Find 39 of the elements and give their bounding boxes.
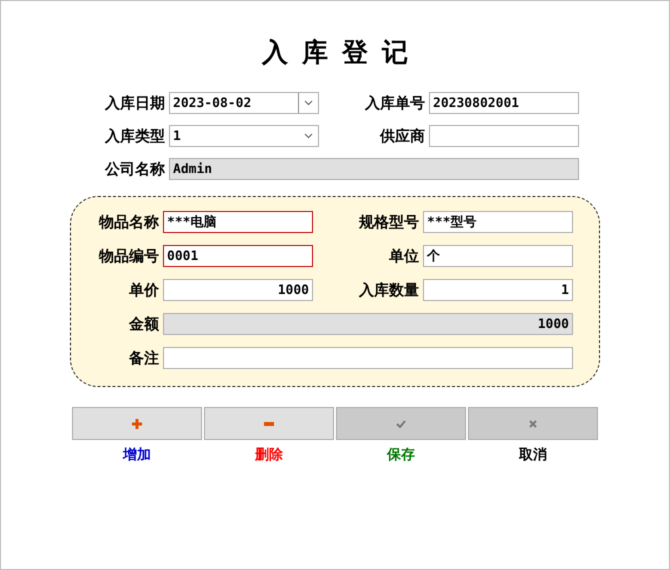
input-field[interactable] (429, 125, 579, 147)
input-field[interactable]: Admin (169, 158, 579, 180)
add-button[interactable] (72, 407, 202, 440)
button-label: 删除 (255, 446, 283, 464)
field-label: 单位 (388, 246, 419, 266)
field-label: 入库类型 (104, 126, 165, 146)
field-label: 备注 (128, 348, 159, 368)
check-icon (396, 420, 406, 428)
field-label: 入库单号 (364, 94, 425, 112)
button-label: 增加 (123, 446, 151, 464)
field-label: 单价 (128, 280, 159, 300)
input-field[interactable]: 20230802001 (429, 92, 579, 114)
field-label: 入库日期 (104, 94, 165, 112)
plus-icon (132, 418, 142, 428)
button-label: 取消 (519, 446, 547, 464)
date-picker[interactable]: 2023-08-02 (169, 92, 319, 114)
field-label: 入库数量 (358, 280, 419, 300)
input-field[interactable]: 0001 (163, 245, 313, 267)
minus-icon (264, 422, 274, 426)
field-label: 供应商 (378, 126, 425, 146)
field-label: 公司名称 (104, 160, 165, 178)
input-field[interactable]: ***电脑 (163, 211, 313, 233)
button-label: 保存 (387, 446, 415, 464)
input-field[interactable]: 1000 (163, 313, 573, 335)
dropdown[interactable]: 1 (169, 125, 319, 147)
input-field[interactable]: 1 (423, 279, 573, 301)
field-label: 物品名称 (98, 212, 159, 232)
chevron-down-icon (304, 100, 313, 106)
close-icon (529, 420, 537, 428)
field-label: 规格型号 (358, 212, 419, 232)
chevron-down-icon (304, 133, 312, 139)
input-field[interactable]: 1000 (163, 279, 313, 301)
input-field[interactable]: ***型号 (423, 211, 573, 233)
input-field[interactable]: 个 (423, 245, 573, 267)
field-label: 物品编号 (98, 246, 159, 266)
delete-button[interactable] (204, 407, 334, 440)
input-field[interactable] (163, 347, 573, 369)
page-title: 入库登记 (260, 37, 422, 70)
field-label: 金额 (128, 314, 159, 334)
